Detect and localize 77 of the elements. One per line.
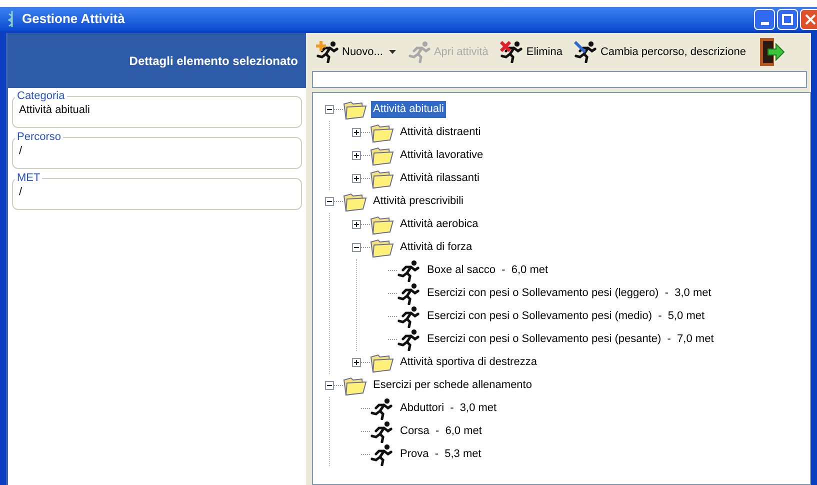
close-icon (805, 14, 816, 24)
collapse-toggle[interactable] (325, 197, 334, 206)
minimize-button[interactable] (754, 8, 775, 30)
toolbar-button[interactable]: Cambia percorso, descrizione (570, 34, 750, 70)
running-figure-icon (370, 444, 394, 466)
folder-icon (370, 238, 394, 258)
details-header: Dettagli elemento selezionato (8, 33, 306, 88)
running-figure-icon (397, 282, 421, 304)
group-label: MET (16, 172, 42, 184)
tree-item[interactable]: Attività lavorative (398, 147, 486, 164)
maximize-icon (782, 14, 793, 24)
maximize-button[interactable] (777, 8, 798, 30)
tree-item[interactable]: Esercizi per schede allenamento (371, 377, 534, 394)
folder-icon (343, 192, 367, 212)
tree-item[interactable]: Esercizi con pesi o Sollevamento pesi (leggero) - 3,0 met (425, 285, 714, 302)
running-figure-icon (574, 41, 598, 63)
tree-item[interactable]: Esercizi con pesi o Sollevamento pesi (medio) - 5,0 met (425, 308, 707, 325)
expand-toggle[interactable] (352, 174, 361, 183)
minus-icon (327, 383, 332, 388)
folder-icon (370, 168, 394, 188)
expand-toggle[interactable] (352, 358, 361, 367)
running-figure-icon (408, 41, 432, 63)
tree-item[interactable]: Boxe al sacco - 6,0 met (425, 262, 550, 279)
plus-icon (316, 41, 326, 51)
collapse-toggle[interactable] (325, 105, 334, 114)
folder-icon (370, 122, 394, 142)
tree-item[interactable]: Attività sportiva di destrezza (398, 354, 539, 371)
folder-icon (343, 376, 367, 396)
minus-icon (327, 199, 332, 204)
running-figure-icon (316, 41, 340, 63)
pencil-icon (574, 41, 586, 53)
app-icon (8, 11, 16, 27)
tree-item[interactable]: Attività di forza (398, 239, 474, 256)
field-value: Attività abituali (19, 103, 91, 118)
expand-toggle[interactable] (352, 220, 361, 229)
folder-icon (343, 100, 367, 120)
tree-item[interactable]: Attività abituali (371, 101, 446, 118)
tree-item[interactable]: Prova - 5,3 met (398, 446, 484, 463)
minus-icon (354, 245, 359, 250)
running-figure-icon (397, 328, 421, 350)
running-figure-icon (397, 260, 421, 282)
tree-item[interactable]: Abduttori - 3,0 met (398, 400, 499, 417)
toolbar-button[interactable]: Elimina (496, 34, 566, 70)
running-figure-icon (500, 41, 524, 63)
search-field[interactable] (312, 71, 807, 88)
tree-item[interactable]: Attività rilassanti (398, 170, 482, 187)
minimize-icon (760, 22, 768, 24)
window-title: Gestione Attività (22, 10, 125, 28)
plus-icon (354, 153, 359, 158)
collapse-toggle[interactable] (352, 243, 361, 252)
expand-toggle[interactable] (352, 128, 361, 137)
minus-icon (327, 107, 332, 112)
plus-icon (354, 222, 359, 227)
folder-icon (370, 146, 394, 166)
tree-item[interactable]: Attività distraenti (398, 124, 483, 141)
toolbar-button[interactable]: Nuovo... (312, 34, 400, 70)
exit-door-icon (758, 37, 786, 67)
folder-icon (370, 214, 394, 234)
plus-icon (354, 130, 359, 135)
tree-item[interactable]: Attività aerobica (398, 216, 480, 233)
field-value: / (19, 185, 24, 200)
running-figure-icon (397, 306, 421, 328)
plus-icon (354, 360, 359, 365)
group-label: Categoria (16, 90, 66, 102)
field-value: / (19, 144, 24, 159)
running-figure-icon (370, 420, 394, 442)
expand-toggle[interactable] (352, 151, 361, 160)
running-figure-icon (370, 398, 394, 420)
plus-icon (354, 176, 359, 181)
folder-icon (370, 352, 394, 372)
tree-item[interactable]: Esercizi con pesi o Sollevamento pesi (pesante) - 7,0 met (425, 331, 716, 348)
tree-item[interactable]: Corsa - 6,0 met (398, 423, 484, 440)
group-label: Percorso (16, 131, 62, 143)
collapse-toggle[interactable] (325, 381, 334, 390)
close-button[interactable] (800, 8, 817, 30)
delete-icon (500, 41, 512, 52)
tree-item[interactable]: Attività prescrivibili (371, 193, 466, 210)
